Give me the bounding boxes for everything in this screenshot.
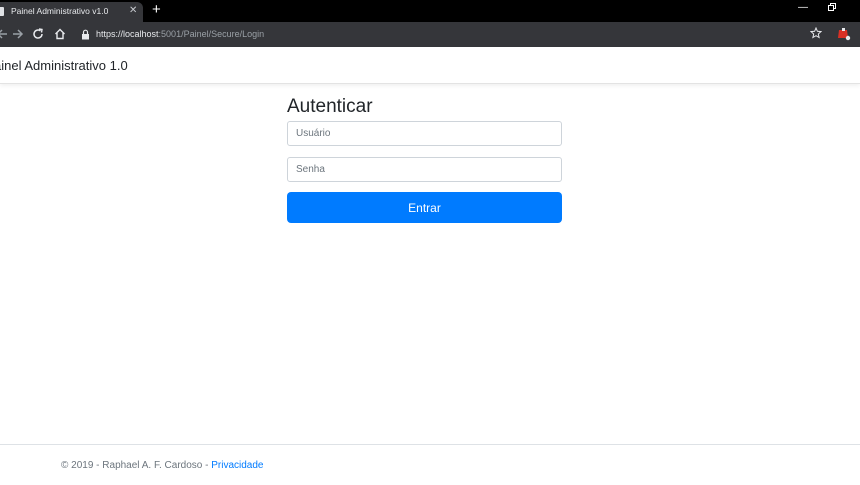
browser-tabstrip: Painel Administrativo v1.0 ✕ + —: [0, 0, 860, 22]
back-arrow-icon[interactable]: [0, 27, 9, 41]
lock-icon: [82, 29, 89, 39]
extension-icon[interactable]: [836, 26, 852, 42]
browser-toolbar: https://localhost:5001/Painel/Secure/Log…: [0, 22, 860, 47]
new-tab-button[interactable]: +: [152, 1, 161, 19]
url-text[interactable]: https://localhost:5001/Painel/Secure/Log…: [96, 29, 264, 39]
privacy-link[interactable]: Privacidade: [211, 460, 263, 471]
page-title: Autenticar: [287, 96, 373, 117]
minimize-button[interactable]: —: [798, 2, 808, 13]
reload-icon[interactable]: [31, 27, 45, 41]
copyright-text: © 2019 - Raphael A. F. Cardoso -: [61, 460, 212, 471]
username-input[interactable]: [287, 121, 562, 146]
restore-window-icon[interactable]: [828, 3, 836, 11]
footer-text: © 2019 - Raphael A. F. Cardoso - Privaci…: [61, 460, 264, 471]
login-form: Autenticar Entrar: [287, 96, 562, 223]
footer: © 2019 - Raphael A. F. Cardoso - Privaci…: [0, 444, 860, 485]
login-button[interactable]: Entrar: [287, 192, 562, 223]
forward-arrow-icon[interactable]: [11, 27, 25, 41]
browser-tab[interactable]: Painel Administrativo v1.0 ✕: [0, 2, 143, 22]
url-path: :5001/Painel/Secure/Login: [158, 29, 265, 39]
address-bar[interactable]: https://localhost:5001/Painel/Secure/Log…: [81, 27, 264, 41]
navbar: ainel Administrativo 1.0: [0, 47, 860, 84]
page-favicon-icon: [0, 7, 4, 16]
star-icon[interactable]: [810, 27, 822, 39]
url-host: https://localhost: [96, 29, 159, 39]
password-input[interactable]: [287, 157, 562, 182]
home-icon[interactable]: [53, 27, 67, 41]
tab-close-icon[interactable]: ✕: [129, 5, 137, 17]
tab-title: Painel Administrativo v1.0: [11, 6, 109, 16]
navbar-brand[interactable]: ainel Administrativo 1.0: [0, 58, 128, 73]
